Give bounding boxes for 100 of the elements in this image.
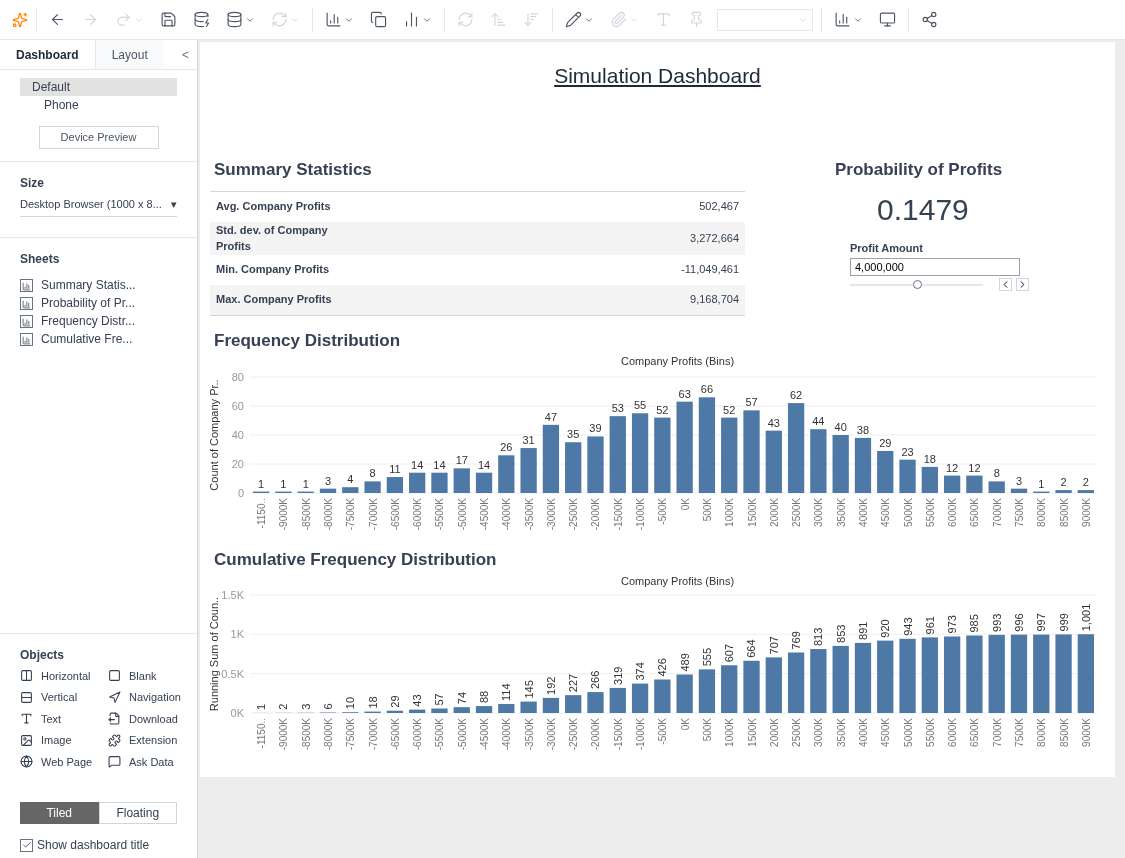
section-heading: Sheets [20,251,61,268]
tick-label: 0.5K [221,667,244,680]
tick-label: -8000K [323,717,334,750]
object-item[interactable]: Horizontal [41,667,91,684]
tick-label: 5500K [924,717,936,747]
sheet-item[interactable]: Frequency Distr... [41,312,136,330]
tick-label: 9000K [1080,717,1092,747]
data-label: 607 [723,643,736,662]
tick-label: 9000K [1080,498,1092,527]
data-label: 10 [344,696,357,709]
object-item[interactable]: Blank [129,667,157,684]
collapse-button[interactable]: < [174,40,197,69]
data-label: 2 [277,703,290,710]
profit-amount-field[interactable]: 4,000,000 [850,258,1020,276]
globe-icon [20,755,33,769]
bar [409,472,426,493]
tick-label: -3500K [523,717,535,750]
panel-tab[interactable]: Layout [94,40,164,69]
object-item[interactable]: Ask Data [129,753,174,770]
checkbox[interactable] [20,838,33,852]
tick-label: -5000K [456,498,468,531]
data-label: 62 [789,389,803,402]
sheet-icon [20,278,33,292]
data-label: 63 [678,387,691,400]
tick-label: -6000K [412,717,424,750]
bar [587,436,604,493]
tick-label: -5500K [434,717,446,750]
square-icon [108,669,121,683]
data-label: 52 [723,403,736,416]
pointer-icon [108,690,121,704]
section-heading: Probability of Profits [835,159,1004,181]
bar [721,664,738,713]
table-cell-text: 9,168,704 [690,292,739,308]
device-item[interactable]: Default [20,78,177,96]
data-label: 1 [1038,477,1045,490]
slider-thumb[interactable] [912,279,922,289]
data-label: 26 [500,441,513,454]
tick-label: 5500K [924,498,936,527]
chart-title: Company Profits (Bins) [620,355,735,367]
tick-label: 6500K [969,498,981,527]
sheet-item[interactable]: Probability of Pr... [41,294,136,312]
tick-label: 0K [230,706,244,719]
bar [832,435,849,493]
tick-label: -1150.. [256,717,268,748]
bar [453,468,470,493]
data-label: 961 [923,615,936,634]
object-item[interactable]: Extension [129,732,178,749]
layout-mode-toggle[interactable]: Tiled [20,802,99,824]
data-label: 14 [433,458,446,471]
object-item[interactable]: Vertical [41,689,78,706]
device-item[interactable]: Phone [20,96,177,114]
object-item[interactable]: Navigation [129,689,181,706]
sheet-item[interactable]: Cumulative Fre... [41,330,133,348]
data-label: 43 [767,416,780,429]
data-label: 53 [611,402,624,415]
bar [676,674,693,713]
tick-label: -1000K [635,717,647,750]
object-item[interactable]: Image [41,732,72,749]
tick-label: -3500K [523,498,535,531]
data-label: 39 [589,422,602,435]
tick-label: 7500K [1014,717,1025,747]
bar [765,430,782,493]
tick-label: -6500K [389,498,401,531]
data-label: 47 [544,410,558,423]
data-label: 8 [993,467,1000,480]
object-item[interactable]: Download [129,710,178,727]
columns-icon [20,669,33,683]
layout-mode-toggle[interactable]: Floating [98,802,177,824]
section-heading: Size [20,174,45,192]
step-back-button[interactable] [999,278,1012,291]
bar [565,442,582,493]
tick-label: 6500K [969,717,981,747]
tick-label: -1500K [612,717,624,750]
device-preview-button[interactable]: Device Preview [38,126,159,149]
step-forward-button[interactable] [1016,278,1029,291]
object-item[interactable]: Web Page [41,753,93,770]
logo-icon[interactable] [12,11,28,28]
bar [609,687,626,713]
tick-label: 1500K [746,717,758,747]
sheet-icon [20,296,33,310]
table-cell-text: Max. Company Profits [216,292,333,308]
sheet-icon [20,314,33,328]
tick-label: 80 [231,371,244,383]
data-label: 2 [1082,476,1089,489]
tick-label: 8000K [1036,717,1048,747]
bar [654,679,671,713]
tick-label: -5500K [434,498,446,531]
section-heading: Frequency Distribution [213,329,402,352]
table-cell-text: Min. Company Profits [216,262,331,278]
tick-label: -7000K [367,717,379,750]
sheet-item[interactable]: Summary Statis... [41,276,136,294]
data-label: 985 [968,613,981,632]
object-item[interactable]: Text [41,710,62,727]
size-dropdown[interactable]: Desktop Browser (1000 x 8... ▾ [20,195,177,217]
tick-label: 5000K [902,498,914,527]
table-cell-text: Avg. Company Profits [216,199,332,215]
data-label: 813 [812,627,825,646]
data-label: 18 [923,452,936,465]
data-label: 12 [946,461,959,474]
bar [787,652,805,713]
